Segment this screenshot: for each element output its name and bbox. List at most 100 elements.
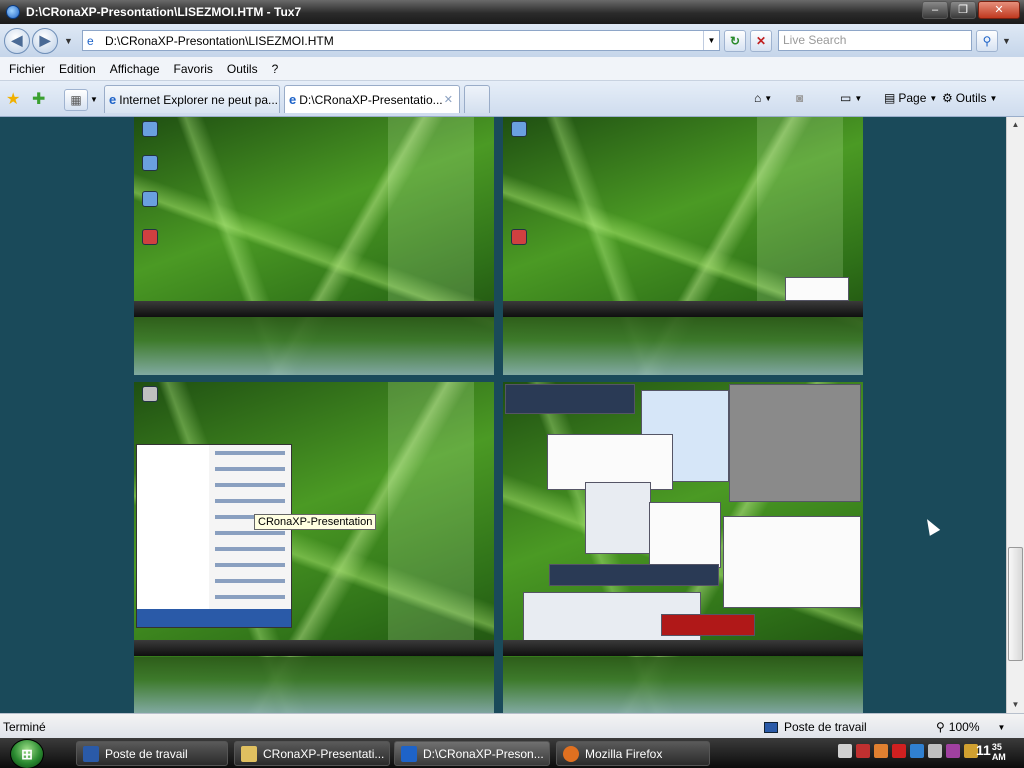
- folder-icon: [241, 745, 257, 762]
- favorites-star-icon[interactable]: ★: [6, 89, 20, 109]
- status-bar: Terminé Poste de travail ⚲ 100% ▼: [0, 713, 1024, 738]
- start-menu: [136, 444, 292, 628]
- network-icon[interactable]: [892, 744, 906, 758]
- add-favorite-icon[interactable]: ✚: [32, 89, 45, 109]
- start-button[interactable]: ⊞: [10, 739, 44, 768]
- scroll-thumb[interactable]: [1008, 547, 1023, 661]
- scroll-down-button[interactable]: ▼: [1007, 697, 1024, 713]
- download-window: [649, 502, 721, 568]
- system-tray: [838, 744, 978, 758]
- menu-entry: [215, 563, 285, 567]
- search-options-dropdown[interactable]: ▼: [1002, 36, 1014, 46]
- ie-icon: e: [109, 92, 117, 107]
- menu-outils[interactable]: Outils: [220, 62, 265, 76]
- word-window: [723, 516, 861, 608]
- tab-close-icon[interactable]: ✕: [444, 93, 453, 106]
- zoom-dropdown-icon[interactable]: ▼: [998, 723, 1006, 732]
- status-text: Terminé: [3, 720, 46, 734]
- menu-fichier[interactable]: Fichier: [2, 62, 52, 76]
- refresh-button[interactable]: ↻: [724, 29, 746, 52]
- screenshot-desktop-1[interactable]: [134, 117, 494, 375]
- volume-icon[interactable]: [928, 744, 942, 758]
- menu-entry: [215, 451, 285, 455]
- home-dropdown-icon: ▼: [764, 93, 773, 103]
- taskbar-item-ie[interactable]: D:\CRonaXP-Preson...: [394, 741, 550, 766]
- screenshot-applications[interactable]: [503, 382, 863, 713]
- tab-ie-error[interactable]: e Internet Explorer ne peut pa...: [104, 85, 280, 113]
- tray-icon[interactable]: [874, 744, 888, 758]
- page-icon: e: [87, 33, 94, 48]
- menu-edition[interactable]: Edition: [52, 62, 103, 76]
- page-dropdown-icon: ▼: [929, 93, 938, 103]
- computer-icon: [764, 721, 778, 733]
- tools-menu-label: Outils: [955, 91, 987, 105]
- stop-button[interactable]: ✕: [750, 29, 772, 52]
- forward-button[interactable]: ▶: [32, 27, 58, 54]
- tools-menu-button[interactable]: ⚙ Outils ▼: [942, 91, 997, 105]
- new-tab-button[interactable]: [464, 85, 490, 113]
- desktop-icon: [511, 121, 527, 137]
- close-button[interactable]: ✕: [978, 1, 1020, 19]
- scroll-up-button[interactable]: ▲: [1007, 117, 1024, 133]
- search-button[interactable]: ⚲: [976, 29, 998, 52]
- zoom-icon: ⚲: [936, 720, 945, 734]
- menu-help[interactable]: ?: [265, 62, 286, 76]
- ie-icon: [401, 745, 417, 762]
- quick-tabs-button[interactable]: ▦: [64, 89, 88, 111]
- print-button[interactable]: ▭ ▼: [840, 91, 862, 105]
- address-dropdown-button[interactable]: ▼: [703, 31, 719, 50]
- tray-icon[interactable]: [910, 744, 924, 758]
- sidebar-panel: [388, 382, 474, 653]
- title-bar: D:\CRonaXP-Presontation\LISEZMOI.HTM - T…: [0, 0, 1024, 24]
- page-menu-label: Page: [898, 91, 927, 105]
- vertical-scrollbar[interactable]: ▲ ▼: [1006, 117, 1024, 713]
- tab-lisezmoi[interactable]: e D:\CRonaXP-Presentatio... ✕: [284, 85, 460, 113]
- taskbar-item-firefox[interactable]: Mozilla Firefox: [556, 741, 710, 766]
- taskbar-item-poste-de-travail[interactable]: Poste de travail: [76, 741, 228, 766]
- menu-affichage[interactable]: Affichage: [103, 62, 167, 76]
- shield-icon[interactable]: [856, 744, 870, 758]
- taskbar-item-folder[interactable]: CRonaXP-Presentati...: [234, 741, 390, 766]
- menu-entry: [215, 531, 285, 535]
- reflection: [134, 317, 494, 375]
- shutdown-dialog: [585, 482, 651, 554]
- clock-minutes: 35: [991, 742, 1002, 752]
- computer-icon: [83, 745, 99, 762]
- reflection: [134, 657, 494, 713]
- player-controls: [549, 564, 719, 586]
- tab-label: Internet Explorer ne peut pa...: [119, 92, 278, 107]
- tray-icon[interactable]: [838, 744, 852, 758]
- maximize-button[interactable]: ❐: [950, 1, 976, 19]
- reflection: [503, 657, 863, 713]
- menu-favoris[interactable]: Favoris: [167, 62, 220, 76]
- clock[interactable]: 11 35 AM: [976, 742, 1006, 762]
- feeds-button[interactable]: ◙: [796, 91, 803, 105]
- page-content: [0, 117, 1006, 713]
- zoom-level: 100%: [948, 720, 980, 734]
- tray-icon[interactable]: [946, 744, 960, 758]
- search-input[interactable]: Live Search: [778, 30, 972, 51]
- desktop-icon: [142, 191, 158, 207]
- back-button[interactable]: ◀: [4, 27, 30, 54]
- foxit-window: [661, 614, 755, 636]
- menu-entry: [215, 579, 285, 583]
- tab-list-dropdown[interactable]: ▼: [88, 89, 100, 111]
- home-button[interactable]: ⌂ ▼: [754, 91, 772, 105]
- tab-label: D:\CRonaXP-Presentatio...: [299, 92, 443, 107]
- address-field[interactable]: e D:\CRonaXP-Presontation\LISEZMOI.HTM ▼: [82, 30, 720, 51]
- printer-icon: ▭: [840, 91, 852, 105]
- mini-taskbar: [503, 301, 863, 317]
- minimize-button[interactable]: –: [922, 1, 948, 19]
- mini-taskbar: [134, 640, 494, 656]
- print-dropdown-icon: ▼: [854, 93, 863, 103]
- screenshot-start-menu[interactable]: [134, 382, 494, 713]
- screenshot-desktop-2[interactable]: [503, 117, 863, 375]
- taskbar-item-label: Mozilla Firefox: [585, 746, 663, 761]
- address-text[interactable]: D:\CRonaXP-Presontation\LISEZMOI.HTM: [105, 34, 703, 48]
- history-dropdown[interactable]: ▼: [64, 36, 76, 46]
- zoom-control[interactable]: ⚲ 100% ▼: [936, 720, 1005, 734]
- tooltip: CRonaXP-Presentation: [254, 514, 377, 530]
- page-menu-button[interactable]: ▤ Page ▼: [884, 91, 937, 105]
- gear-icon: ⚙: [942, 91, 953, 105]
- menu-entry: [215, 467, 285, 471]
